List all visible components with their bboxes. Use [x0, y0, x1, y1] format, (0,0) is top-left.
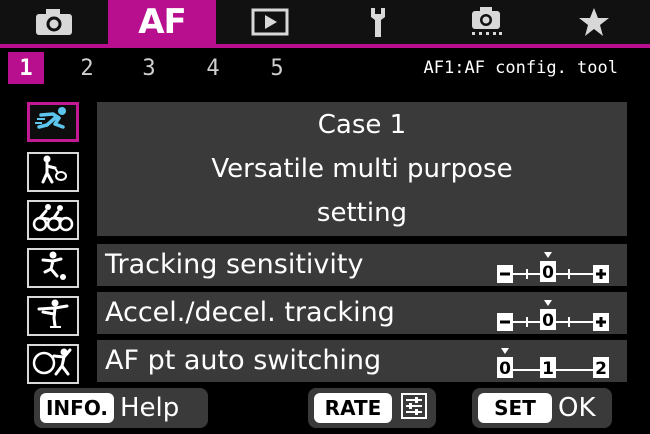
ok-label: OK: [558, 393, 596, 423]
param-row-tracking-sensitivity[interactable]: Tracking sensitivity 0: [97, 244, 627, 286]
param-label: Tracking sensitivity: [105, 249, 364, 280]
tennis-player-icon: [33, 154, 73, 190]
case-4-button[interactable]: [27, 248, 79, 288]
info-key: INFO.: [40, 393, 114, 423]
page-4[interactable]: 4: [198, 52, 228, 84]
accel-decel-scale: 0: [497, 300, 609, 331]
rate-settings-icon: [400, 392, 428, 424]
help-label: Help: [120, 393, 180, 423]
page-3[interactable]: 3: [134, 52, 164, 84]
tab-shooting[interactable]: [0, 0, 108, 44]
case-2-button[interactable]: [27, 152, 79, 192]
scale-center-label: 0: [542, 263, 554, 283]
tracking-sensitivity-scale: 0: [497, 252, 609, 283]
soccer-player-icon: [33, 250, 73, 286]
wrench-icon: [361, 5, 395, 39]
skater-icon: [33, 298, 73, 334]
camera-icon: [34, 7, 74, 37]
scale-pointer: [544, 252, 552, 258]
page-1[interactable]: 1: [8, 52, 44, 84]
case-description-line2: setting: [316, 198, 408, 228]
tab-playback[interactable]: [216, 0, 324, 44]
runner-icon: [33, 105, 73, 139]
scale-label-1: 1: [542, 359, 554, 379]
rate-key: RATE: [314, 393, 392, 423]
playback-icon: [250, 7, 290, 37]
case-3-button[interactable]: [27, 200, 79, 240]
case-1-button[interactable]: [27, 102, 79, 142]
param-row-accel-decel[interactable]: Accel./decel. tracking 0: [97, 292, 627, 334]
custom-functions-icon: [466, 5, 506, 39]
param-label: AF pt auto switching: [105, 345, 382, 376]
af-pt-auto-switching-scale: 0 1 2: [497, 348, 609, 379]
param-label: Accel./decel. tracking: [105, 297, 395, 328]
scale-pointer: [501, 348, 509, 354]
star-icon: [577, 6, 611, 38]
tab-setup[interactable]: [324, 0, 432, 44]
page-2[interactable]: 2: [72, 52, 102, 84]
case-5-button[interactable]: [27, 296, 79, 336]
page-5[interactable]: 5: [262, 52, 292, 84]
case-description-line1: Versatile multi purpose: [211, 154, 513, 184]
tab-af-label: AF: [138, 2, 187, 42]
set-key: SET: [478, 393, 552, 423]
tab-custom-functions[interactable]: [432, 0, 540, 44]
menu-title: AF1:AF config. tool: [423, 58, 618, 78]
rate-button[interactable]: RATE: [308, 388, 436, 428]
set-ok-button[interactable]: SET OK: [472, 388, 612, 428]
scale-label-0: 0: [499, 359, 511, 379]
scale-center-label: 0: [542, 311, 554, 331]
info-help-button[interactable]: INFO. Help: [34, 388, 208, 428]
scale-pointer: [544, 300, 552, 306]
scale-label-2: 2: [595, 359, 607, 379]
gymnast-icon: [32, 346, 74, 382]
tab-my-menu[interactable]: [540, 0, 648, 44]
case-title: Case 1: [317, 110, 407, 140]
cyclists-icon: [32, 203, 74, 237]
param-row-af-pt-auto-switching[interactable]: AF pt auto switching 0 1 2: [97, 340, 627, 382]
case-auto-button[interactable]: [27, 344, 79, 384]
menu-tab-bar: AF: [0, 0, 650, 44]
case-description-panel: Case 1 Versatile multi purpose setting: [97, 102, 627, 236]
tab-af[interactable]: AF: [108, 0, 216, 44]
